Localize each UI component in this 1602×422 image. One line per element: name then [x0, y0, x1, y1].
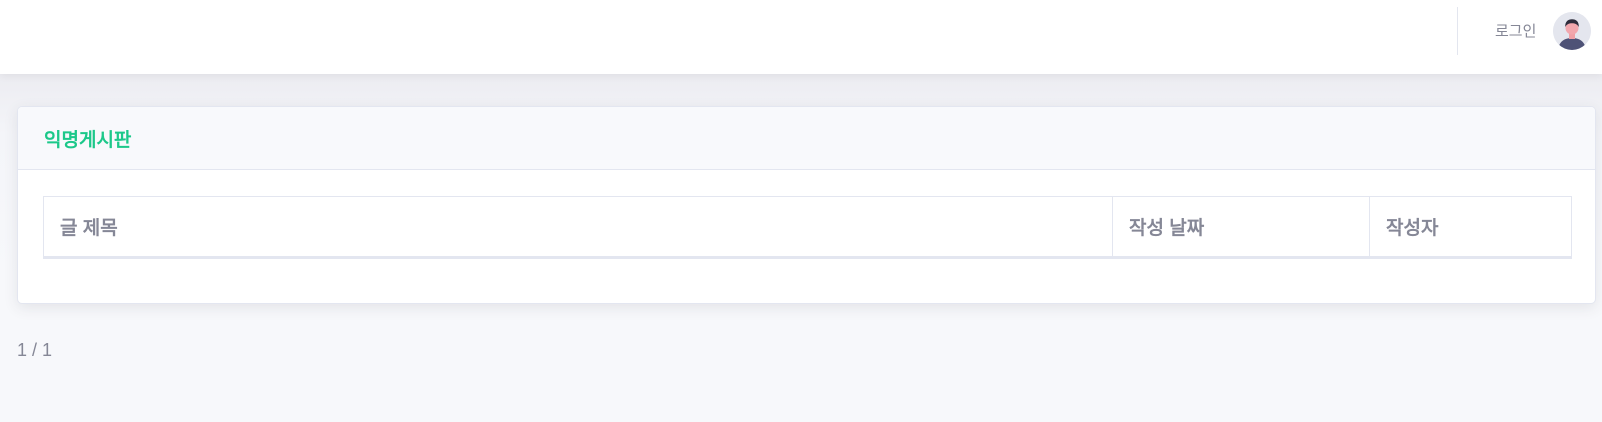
- board-table: 글 제목 작성 날짜 작성자: [43, 196, 1572, 259]
- avatar-illustration: [1553, 12, 1591, 50]
- topbar-divider: [1457, 7, 1458, 55]
- user-avatar-icon[interactable]: [1553, 12, 1591, 50]
- board-title: 익명게시판: [44, 130, 132, 151]
- table-header-row: 글 제목 작성 날짜 작성자: [43, 196, 1572, 259]
- card-header: 익명게시판: [18, 107, 1595, 170]
- column-header-title[interactable]: 글 제목: [43, 196, 1113, 259]
- column-header-date[interactable]: 작성 날짜: [1112, 196, 1370, 259]
- page-indicator: 1 / 1: [17, 340, 53, 360]
- board-card: 익명게시판 글 제목 작성 날짜 작성자: [17, 106, 1596, 304]
- top-navbar: 로그인: [0, 0, 1602, 74]
- column-header-author[interactable]: 작성자: [1369, 196, 1572, 259]
- login-link[interactable]: 로그인: [1495, 20, 1536, 41]
